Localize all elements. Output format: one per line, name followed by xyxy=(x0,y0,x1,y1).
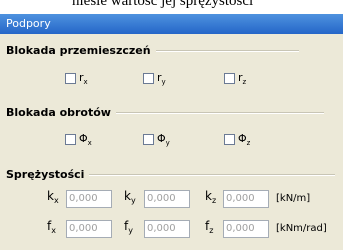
checkbox-box[interactable] xyxy=(143,73,154,84)
kz-label: kz xyxy=(205,189,217,205)
checkbox-label: rz xyxy=(238,71,247,86)
kx-input[interactable]: 0,000 xyxy=(66,190,112,208)
window-title: Podpory xyxy=(6,17,51,30)
checkbox-box[interactable] xyxy=(65,73,76,84)
checkbox-box[interactable] xyxy=(65,134,76,145)
group-divider xyxy=(115,111,324,114)
group-divider xyxy=(155,49,299,52)
checkbox-phix[interactable]: Φx xyxy=(65,132,92,147)
ky-label: ky xyxy=(124,189,136,205)
fy-label: fy xyxy=(124,219,133,235)
checkbox-box[interactable] xyxy=(224,73,235,84)
kx-label: kx xyxy=(47,189,59,205)
group-divider xyxy=(89,173,336,176)
checkbox-ry[interactable]: ry xyxy=(143,71,166,86)
fz-input[interactable]: 0,000 xyxy=(223,220,269,238)
fy-input[interactable]: 0,000 xyxy=(144,220,190,238)
cropped-text: niesie wartość jej sprężystości xyxy=(72,0,254,9)
checkbox-phiz[interactable]: Φz xyxy=(224,132,250,147)
supports-panel: Blokada przemieszczeń rx ry rz Blokada o… xyxy=(0,34,343,250)
stiffness-group-title: Sprężystości xyxy=(6,168,85,181)
fx-input[interactable]: 0,000 xyxy=(66,220,112,238)
checkbox-rx[interactable]: rx xyxy=(65,71,88,86)
kz-input[interactable]: 0,000 xyxy=(223,190,269,208)
cropped-top-text: niesie wartość jej sprężystości xyxy=(0,0,343,14)
checkbox-label: rx xyxy=(79,71,88,86)
checkbox-label: ry xyxy=(157,71,166,86)
checkbox-phiy[interactable]: Φy xyxy=(143,132,170,147)
checkbox-rz[interactable]: rz xyxy=(224,71,246,86)
checkbox-label: Φy xyxy=(157,132,170,147)
k-unit-label: [kN/m] xyxy=(276,193,311,204)
rotation-group-title: Blokada obrotów xyxy=(6,106,111,119)
f-unit-label: [kNm/rad] xyxy=(276,223,327,234)
checkbox-box[interactable] xyxy=(143,134,154,145)
rotation-group-header: Blokada obrotów xyxy=(6,106,324,119)
checkbox-box[interactable] xyxy=(224,134,235,145)
fz-label: fz xyxy=(205,219,214,235)
checkbox-label: Φz xyxy=(238,132,251,147)
ky-input[interactable]: 0,000 xyxy=(144,190,190,208)
displacement-group-header: Blokada przemieszczeń xyxy=(6,44,299,57)
stiffness-group-header: Sprężystości xyxy=(6,168,336,181)
checkbox-label: Φx xyxy=(79,132,92,147)
fx-label: fx xyxy=(47,219,56,235)
displacement-group-title: Blokada przemieszczeń xyxy=(6,44,151,57)
window-titlebar[interactable]: Podpory xyxy=(0,14,343,34)
